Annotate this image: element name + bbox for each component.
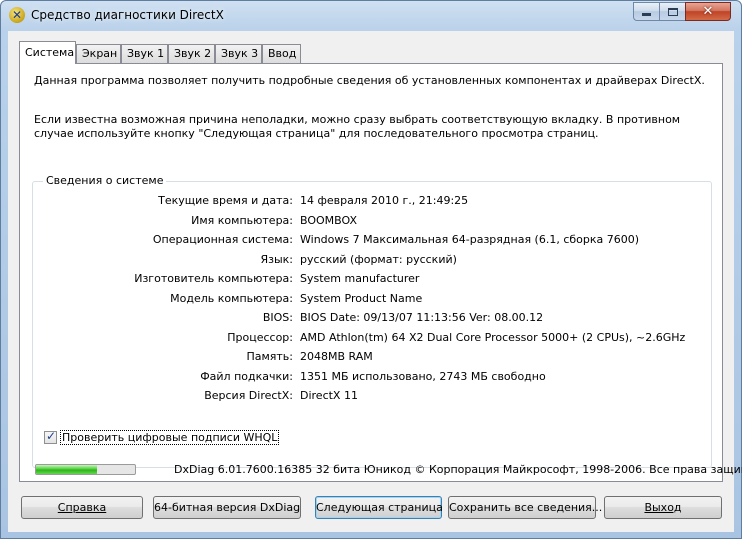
info-value: 14 февраля 2010 г., 21:49:25	[300, 194, 469, 207]
close-icon: ✕	[702, 4, 714, 19]
dialog-client: Система Экран Звук 1 Звук 2 Звук 3 Ввод …	[8, 31, 742, 532]
info-value: BOOMBOX	[300, 213, 358, 227]
info-label: BIOS:	[262, 311, 293, 324]
info-row-computer-name: Имя компьютера: BOOMBOX	[33, 214, 713, 232]
dxdiag-window: ✕ Средство диагностики DirectX ✕ Система…	[0, 0, 742, 539]
whql-checkbox-row[interactable]: ✓ Проверить цифровые подписи WHQL	[44, 428, 280, 445]
info-row-manufacturer: Изготовитель компьютера: System manufact…	[33, 272, 713, 290]
exit-button[interactable]: Выход	[604, 496, 722, 519]
info-value: 1351 МБ использовано, 2743 МБ свободно	[300, 369, 546, 383]
info-label: Процессор:	[227, 330, 293, 344]
maximize-button[interactable]	[659, 2, 686, 21]
dxdiag-64bit-button[interactable]: 64-битная версия DxDiag	[153, 496, 301, 519]
tab-input[interactable]: Ввод	[262, 44, 301, 63]
tab-sound-2[interactable]: Звук 2	[168, 44, 215, 63]
tab-system[interactable]: Система	[19, 41, 76, 64]
maximize-icon	[667, 7, 678, 16]
info-label: Модель компьютера:	[170, 291, 293, 305]
info-value: System Product Name	[300, 291, 423, 305]
title-bar[interactable]: ✕ Средство диагностики DirectX ✕	[1, 1, 741, 31]
tab-sound-3[interactable]: Звук 3	[215, 44, 262, 63]
info-label: Версия DirectX:	[204, 389, 293, 402]
info-value: русский (формат: русский)	[300, 252, 457, 266]
whql-checkbox[interactable]: ✓	[44, 428, 57, 444]
intro-hint-text: Если известна возможная причина неполадк…	[34, 113, 681, 140]
next-page-button[interactable]: Следующая страница	[315, 496, 443, 519]
info-value: System manufacturer	[300, 272, 420, 285]
system-info-group: Сведения о системе Текущие время и дата:…	[32, 174, 713, 468]
info-row-memory: Память: 2048MB RAM	[33, 350, 713, 368]
tab-display[interactable]: Экран	[76, 44, 121, 63]
close-button[interactable]: ✕	[685, 2, 731, 21]
info-value: Windows 7 Максимальная 64-разрядная (6.1…	[300, 233, 640, 246]
exit-button-label: Выход	[644, 501, 682, 514]
info-label: Изготовитель компьютера:	[134, 272, 293, 285]
help-button[interactable]: Справка	[21, 496, 143, 519]
checkmark-icon: ✓	[46, 428, 57, 443]
info-row-bios: BIOS: BIOS Date: 09/13/07 11:13:56 Ver: …	[33, 311, 713, 329]
info-row-model: Модель компьютера: System Product Name	[33, 292, 713, 310]
whql-checkbox-label[interactable]: Проверить цифровые подписи WHQL	[60, 429, 280, 445]
info-value: DirectX 11	[300, 389, 358, 402]
system-info-title: Сведения о системе	[43, 174, 167, 187]
help-button-label: Справка	[57, 501, 107, 514]
intro-text: Данная программа позволяет получить подр…	[34, 74, 705, 87]
tab-sound-1[interactable]: Звук 1	[121, 44, 168, 63]
info-value: BIOS Date: 09/13/07 11:13:56 Ver: 08.00.…	[300, 311, 544, 324]
progress-bar-fill	[36, 465, 98, 474]
info-row-pagefile: Файл подкачки: 1351 МБ использовано, 274…	[33, 370, 713, 388]
info-label: Файл подкачки:	[200, 369, 293, 383]
info-label: Память:	[246, 350, 293, 363]
info-label: Текущие время и дата:	[158, 194, 293, 207]
info-row-os: Операционная система: Windows 7 Максимал…	[33, 233, 713, 251]
progress-bar	[35, 464, 136, 475]
info-row-datetime: Текущие время и дата: 14 февраля 2010 г.…	[33, 194, 713, 212]
system-tab-panel: Данная программа позволяет получить подр…	[19, 63, 723, 482]
minimize-button[interactable]	[633, 2, 660, 21]
window-title: Средство диагностики DirectX	[31, 8, 224, 22]
directx-icon: ✕	[9, 7, 25, 23]
info-label: Имя компьютера:	[191, 213, 293, 227]
info-label: Язык:	[260, 252, 293, 266]
info-row-directx-version: Версия DirectX: DirectX 11	[33, 389, 713, 407]
minimize-icon	[642, 13, 651, 16]
status-text: DxDiag 6.01.7600.16385 32 бита Юникод © …	[174, 463, 742, 476]
info-value: AMD Athlon(tm) 64 X2 Dual Core Processor…	[300, 330, 686, 344]
info-label: Операционная система:	[152, 233, 293, 246]
info-row-language: Язык: русский (формат: русский)	[33, 253, 713, 271]
info-row-processor: Процессор: AMD Athlon(tm) 64 X2 Dual Cor…	[33, 331, 713, 349]
save-all-info-button[interactable]: Сохранить все сведения...	[448, 496, 602, 519]
info-value: 2048MB RAM	[300, 350, 373, 363]
